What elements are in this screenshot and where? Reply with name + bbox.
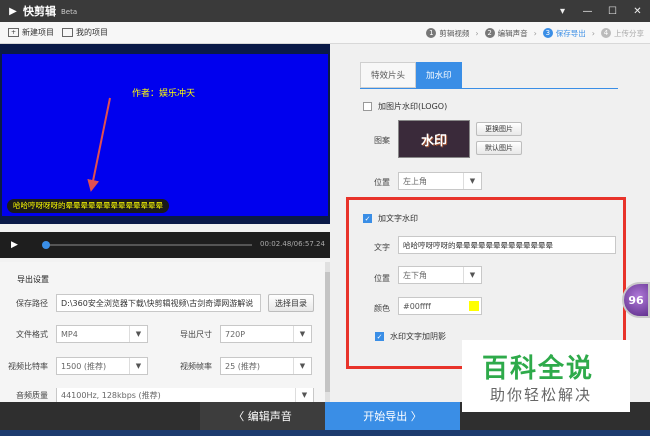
- size-label: 导出尺寸: [180, 329, 212, 339]
- baike-subtitle: 助你轻松解决: [490, 386, 593, 404]
- step-upload-share[interactable]: 4 上传分享: [601, 28, 644, 39]
- framerate-value: 25 (推荐): [225, 361, 260, 371]
- framerate-select[interactable]: 25 (推荐) ▼: [220, 357, 312, 375]
- seek-handle[interactable]: [42, 241, 51, 249]
- size-select[interactable]: 720P ▼: [220, 325, 312, 343]
- video-frame: [2, 54, 328, 216]
- folder-icon: [62, 28, 73, 37]
- step-save-export[interactable]: 3 保存导出: [542, 28, 586, 39]
- bitrate-row: 视频比特率 1500 (推荐) ▼: [8, 357, 148, 375]
- new-project-button[interactable]: + 新建项目: [8, 27, 54, 38]
- taskbar: [0, 430, 650, 436]
- chevron-right-icon: ›: [475, 28, 479, 38]
- step-edit-video[interactable]: 1 剪辑视频: [426, 28, 469, 39]
- beta-label: Beta: [61, 8, 78, 16]
- close-button[interactable]: ✕: [625, 0, 650, 22]
- audio-value: 44100Hz, 128kbps (推荐): [61, 390, 161, 400]
- step-number: 2: [484, 28, 495, 38]
- tab-special-intro[interactable]: 特效片头: [360, 62, 417, 88]
- play-icon[interactable]: ▶: [11, 240, 21, 250]
- replace-image-button[interactable]: 更换图片: [476, 122, 522, 136]
- effects-tabs: 特效片头 加水印: [360, 62, 462, 88]
- chevron-down-icon: ▼: [129, 358, 147, 374]
- tab-watermark[interactable]: 加水印: [416, 62, 462, 88]
- player-controls: ▶ 00:02.48/06:57.24: [0, 232, 330, 258]
- toolbar: + 新建项目 我的项目 1 剪辑视频 › 2 编辑声音 › 3 保存导出 › 4…: [0, 22, 650, 44]
- video-text-watermark: 哈哈哼呀呀呀的晕晕晕晕晕晕晕晕晕晕晕晕晕: [7, 199, 169, 213]
- image-watermark-toggle[interactable]: 加图片水印(LOGO): [363, 101, 447, 112]
- workflow-steps: 1 剪辑视频 › 2 编辑声音 › 3 保存导出 › 4 上传分享: [426, 22, 644, 44]
- choose-directory-button[interactable]: 选择目录: [268, 294, 314, 312]
- app-title: 快剪辑: [23, 5, 56, 18]
- step-number: 3: [542, 28, 553, 38]
- chevron-down-icon: ▼: [129, 326, 147, 342]
- tab-underline: [360, 88, 618, 89]
- window-controls: ▾ — ☐ ✕: [550, 0, 650, 22]
- back-to-audio-button[interactable]: 〈 编辑声音: [200, 402, 325, 430]
- framerate-label: 视频帧率: [180, 361, 212, 371]
- chevron-right-icon: ›: [591, 28, 595, 38]
- default-image-button[interactable]: 默认图片: [476, 141, 522, 155]
- step-label: 上传分享: [614, 28, 644, 38]
- pattern-label: 图案: [374, 136, 390, 145]
- audio-select[interactable]: 44100Hz, 128kbps (推荐) ▼: [56, 388, 314, 402]
- watermark-preview-text: 水印: [420, 133, 447, 149]
- save-path-input[interactable]: D:\360安全浏览器下载\快剪辑视频\古剑奇谭网游解说: [56, 294, 261, 312]
- step-edit-audio[interactable]: 2 编辑声音: [484, 28, 528, 39]
- step-label: 编辑声音: [497, 28, 528, 38]
- bitrate-label: 视频比特率: [8, 361, 48, 371]
- image-position-label: 位置: [374, 178, 390, 187]
- format-label: 文件格式: [16, 329, 48, 339]
- minimize-button[interactable]: —: [575, 0, 600, 22]
- menu-dropdown-icon[interactable]: ▾: [550, 0, 575, 22]
- chevron-down-icon: ▼: [293, 358, 311, 374]
- baike-title: 百科全说: [482, 354, 595, 384]
- image-position-value: 左上角: [403, 176, 427, 186]
- image-watermark-checkbox[interactable]: [363, 102, 372, 111]
- size-value: 720P: [225, 329, 246, 339]
- step-number: 1: [426, 28, 437, 38]
- chevron-down-icon: ▼: [293, 326, 311, 342]
- audio-label: 音频质量: [16, 390, 48, 400]
- format-select[interactable]: MP4 ▼: [56, 325, 148, 343]
- framerate-row: 视频帧率 25 (推荐) ▼: [180, 357, 312, 375]
- new-project-label: 新建项目: [22, 28, 54, 37]
- bitrate-select[interactable]: 1500 (推荐) ▼: [56, 357, 148, 375]
- my-projects-label: 我的项目: [76, 28, 108, 37]
- new-project-icon: +: [8, 28, 19, 37]
- video-preview[interactable]: [0, 44, 330, 224]
- step-number: 4: [601, 28, 611, 38]
- playback-time: 00:02.48/06:57.24: [260, 240, 325, 248]
- video-center-watermark: 作者：娱乐冲天: [132, 89, 196, 99]
- save-path-row: 保存路径 D:\360安全浏览器下载\快剪辑视频\古剑奇谭网游解说 选择目录: [16, 294, 314, 312]
- format-row: 文件格式 MP4 ▼: [16, 325, 148, 343]
- bitrate-value: 1500 (推荐): [61, 361, 107, 371]
- start-export-button[interactable]: 开始导出 〉: [325, 402, 460, 430]
- chevron-down-icon: ▼: [295, 388, 313, 402]
- maximize-button[interactable]: ☐: [600, 0, 625, 22]
- app-logo-icon: ▶: [9, 5, 17, 17]
- size-row: 导出尺寸 720P ▼: [180, 325, 312, 343]
- seek-track[interactable]: [44, 244, 252, 246]
- step-label: 剪辑视频: [439, 28, 470, 38]
- audio-row: 音频质量 44100Hz, 128kbps (推荐) ▼: [16, 388, 314, 402]
- export-settings-title: 导出设置: [17, 275, 49, 284]
- chevron-right-icon: ›: [533, 28, 537, 38]
- watermark-image-preview: 水印: [398, 120, 470, 158]
- step-label: 保存导出: [555, 28, 586, 38]
- floating-badge[interactable]: 96: [622, 282, 650, 318]
- format-value: MP4: [61, 329, 78, 339]
- chevron-down-icon: ▼: [463, 173, 481, 189]
- title-bar: ▶ 快剪辑 Beta ▾ — ☐ ✕: [0, 0, 650, 22]
- save-path-label: 保存路径: [16, 298, 48, 308]
- image-watermark-label: 加图片水印(LOGO): [378, 102, 448, 111]
- my-projects-button[interactable]: 我的项目: [62, 27, 108, 38]
- image-position-select[interactable]: 左上角 ▼: [398, 172, 482, 190]
- baike-watermark: 百科全说 助你轻松解决: [462, 340, 630, 412]
